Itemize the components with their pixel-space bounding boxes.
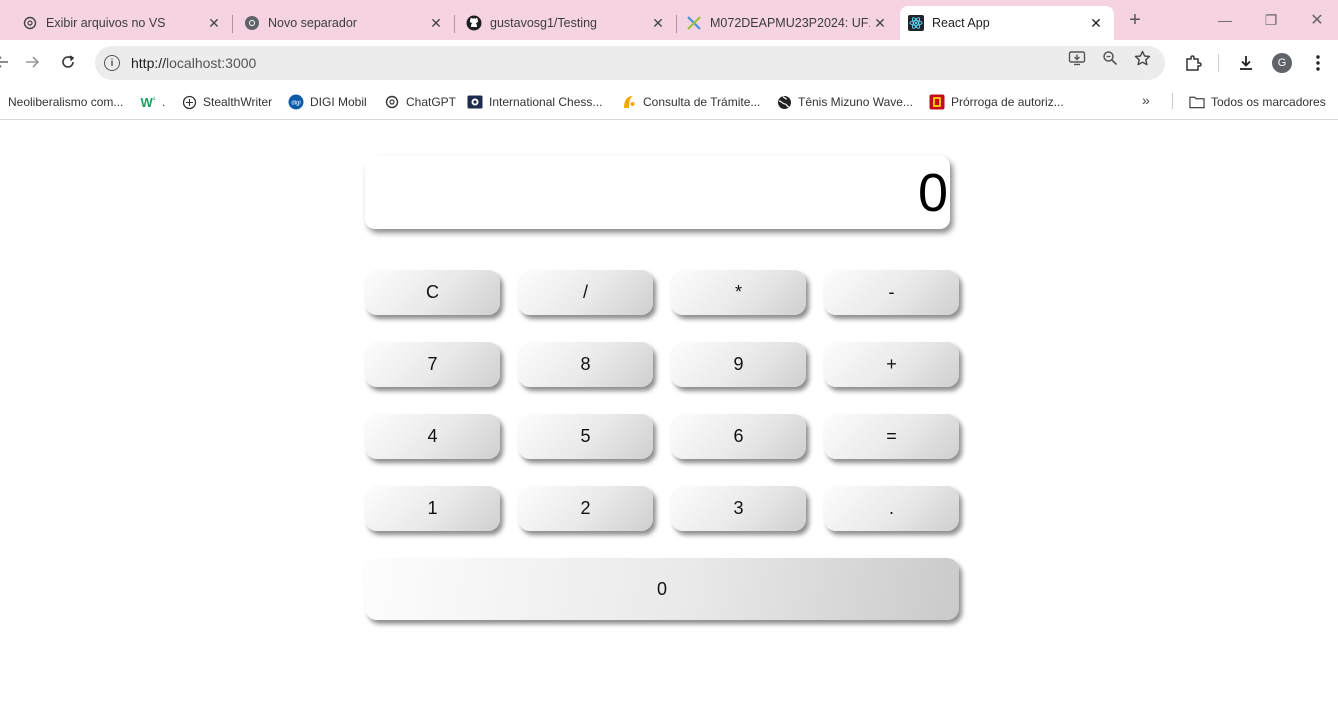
bookmark-tenis-mizuno[interactable]: Tênis Mizuno Wave... [776,92,913,112]
tab-react-app[interactable]: React App ✕ [900,6,1114,40]
tab-title: Exibir arquivos no VS [46,16,166,30]
bookmark-international-chess[interactable]: International Chess... [467,92,602,112]
tab-exibir-arquivos[interactable]: Exibir arquivos no VS ✕ [0,6,233,40]
bookmarks-divider [1172,93,1173,109]
back-icon[interactable] [0,50,14,74]
tab-github-testing[interactable]: gustavosg1/Testing ✕ [454,6,677,40]
url-host: localhost:3000 [166,55,257,71]
bookmark-label: Prórroga de autoriz... [951,95,1064,109]
bookmark-label: Neoliberalismo com... [8,95,124,109]
minimize-button[interactable]: — [1202,0,1248,40]
bookmark-prorroga[interactable]: Prórroga de autoriz... [929,92,1064,112]
bookmark-label: StealthWriter [203,95,273,109]
url-scheme: http:// [131,55,167,71]
close-tab-icon[interactable]: ✕ [204,13,224,33]
chatgpt-icon [384,94,400,110]
bookmark-w[interactable]: W¹ . [140,92,166,112]
react-icon [908,15,924,31]
equals-button[interactable]: = [824,414,959,459]
all-bookmarks-folder[interactable]: Todos os marcadores [1189,92,1326,112]
decimal-button[interactable]: . [824,486,959,531]
bookmark-label: Consulta de Trámite... [643,95,761,109]
close-window-button[interactable]: ✕ [1294,0,1338,40]
forward-icon[interactable] [20,50,44,74]
svg-text:digi: digi [291,101,300,107]
calculator-display: 0 [365,156,950,229]
tab-title: M072DEAPMU23P2024: UF1 [710,16,870,30]
digit-9-button[interactable]: 9 [671,342,806,387]
chatgpt-icon [22,15,38,31]
github-icon [466,15,482,31]
downloads-icon[interactable] [1235,52,1257,74]
bookmarks-bar: Neoliberalismo com... W¹ . StealthWriter… [0,85,1338,120]
digit-1-button[interactable]: 1 [365,486,500,531]
extensions-icon[interactable] [1182,52,1204,74]
all-bookmarks-label: Todos os marcadores [1211,95,1326,109]
divide-button[interactable]: / [518,270,653,315]
digit-8-button[interactable]: 8 [518,342,653,387]
bookmark-label: . [162,95,166,109]
install-app-icon[interactable] [1068,49,1086,67]
profile-avatar[interactable]: G [1272,53,1292,73]
bookmark-label: International Chess... [489,95,603,109]
bookmark-star-icon[interactable] [1133,49,1151,67]
tramite-icon [621,94,637,110]
globe-icon [776,94,792,110]
digit-2-button[interactable]: 2 [518,486,653,531]
digit-3-button[interactable]: 3 [671,486,806,531]
menu-kebab-icon[interactable] [1307,52,1329,74]
chrome-icon [244,15,260,31]
close-tab-icon[interactable]: ✕ [1086,13,1106,33]
bookmark-label: ChatGPT [406,95,457,109]
spain-icon [929,94,945,110]
digit-5-button[interactable]: 5 [518,414,653,459]
digit-4-button[interactable]: 4 [365,414,500,459]
digit-0-button[interactable]: 0 [365,558,959,620]
bookmark-label: Tênis Mizuno Wave... [798,95,913,109]
bookmark-digi-mobil[interactable]: digi DIGI Mobil [288,92,367,112]
tab-title: gustavosg1/Testing [490,16,598,30]
bookmark-label: DIGI Mobil [310,95,367,109]
bookmark-chatgpt[interactable]: ChatGPT [384,92,456,112]
stealthwriter-icon [181,94,197,110]
tab-title: Novo separador [268,16,357,30]
moodle-x-icon [686,15,702,31]
tab-title: React App [932,16,990,30]
digit-7-button[interactable]: 7 [365,342,500,387]
tab-novo-separador[interactable]: Novo separador ✕ [232,6,455,40]
zoom-icon[interactable] [1101,49,1119,67]
restore-button[interactable]: ❐ [1248,0,1294,40]
browser-toolbar: i http://localhost:3000 G [0,40,1338,85]
clear-button[interactable]: C [365,270,500,315]
site-info-icon[interactable]: i [104,55,120,71]
bookmark-stealthwriter[interactable]: StealthWriter [181,92,272,112]
chess-icon [467,94,483,110]
close-tab-icon[interactable]: ✕ [870,13,890,33]
digit-6-button[interactable]: 6 [671,414,806,459]
toolbar-divider [1218,54,1219,72]
folder-icon [1189,94,1205,110]
w-logo-icon: W¹ [140,94,156,110]
multiply-button[interactable]: * [671,270,806,315]
new-tab-button[interactable]: + [1124,9,1146,31]
digi-icon: digi [288,94,304,110]
add-button[interactable]: + [824,342,959,387]
url-text[interactable]: http://localhost:3000 [131,55,256,71]
subtract-button[interactable]: - [824,270,959,315]
bookmarks-overflow-button[interactable]: » [1142,92,1150,108]
bookmark-consulta-tramite[interactable]: Consulta de Trámite... [621,92,760,112]
close-tab-icon[interactable]: ✕ [648,13,668,33]
tab-strip: Exibir arquivos no VS ✕ Novo separador ✕… [0,0,1338,40]
bookmark-neoliberalismo[interactable]: Neoliberalismo com... [8,92,123,112]
reload-icon[interactable] [56,50,80,74]
tab-moodle[interactable]: M072DEAPMU23P2024: UF1 ✕ [676,6,898,40]
close-tab-icon[interactable]: ✕ [426,13,446,33]
address-bar[interactable]: i http://localhost:3000 [95,46,1165,80]
